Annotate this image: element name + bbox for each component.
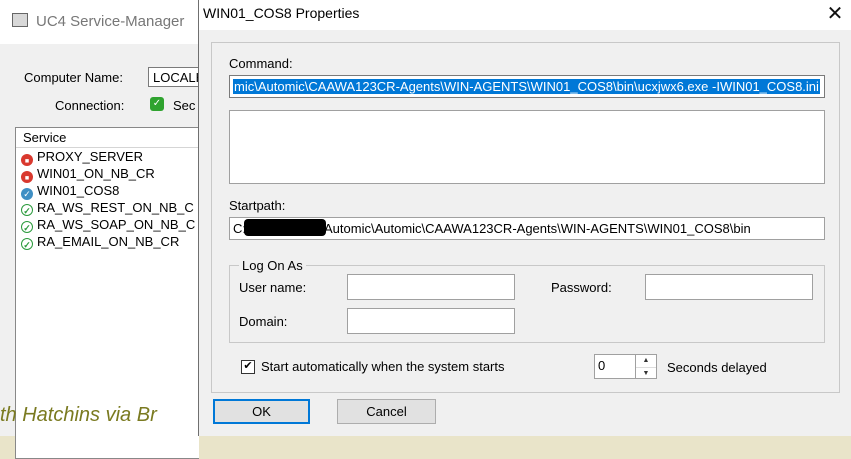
domain-label: Domain: bbox=[239, 314, 288, 329]
command-value: mic\Automic\CAAWA123CR-Agents\WIN-AGENTS… bbox=[233, 79, 820, 94]
spin-down-icon[interactable]: ▼ bbox=[636, 368, 656, 380]
service-manager-window: UC4 Service-Manager Computer Name: LOCAL… bbox=[0, 0, 199, 459]
service-running-icon bbox=[21, 204, 33, 216]
ok-button[interactable]: OK bbox=[213, 399, 310, 424]
service-manager-title-text: UC4 Service-Manager bbox=[36, 13, 185, 30]
service-column-header[interactable]: Service bbox=[16, 128, 199, 148]
dialog-title: WIN01_COS8 Properties bbox=[203, 5, 360, 21]
background-page-text: th Hatchins via Br bbox=[0, 404, 157, 426]
redaction-block bbox=[244, 219, 326, 236]
command-label: Command: bbox=[229, 56, 293, 71]
command-input[interactable]: mic\Automic\CAAWA123CR-Agents\WIN-AGENTS… bbox=[229, 75, 825, 98]
delay-input[interactable]: 0 bbox=[594, 354, 636, 379]
service-rows: PROXY_SERVER WIN01_ON_NB_CR WIN01_COS8 RA_W… bbox=[16, 148, 199, 250]
startpath-suffix: Automic\Automic\CAAWA123CR-Agents\WIN-AG… bbox=[324, 221, 751, 236]
service-manager-title: UC4 Service-Manager bbox=[12, 12, 184, 32]
service-row[interactable]: RA_EMAIL_ON_NB_CR bbox=[16, 233, 199, 250]
username-label: User name: bbox=[239, 280, 307, 295]
app-icon bbox=[12, 13, 28, 27]
logon-group-label: Log On As bbox=[239, 258, 306, 273]
close-icon[interactable]: ✕ bbox=[819, 0, 851, 30]
service-name: WIN01_COS8 bbox=[37, 183, 120, 198]
delay-spinner: ▲ ▼ bbox=[636, 354, 657, 379]
spin-up-icon[interactable]: ▲ bbox=[636, 355, 656, 368]
cancel-button[interactable]: Cancel bbox=[337, 399, 436, 424]
domain-input[interactable] bbox=[347, 308, 515, 334]
connection-value: Sec bbox=[173, 98, 196, 113]
service-row[interactable]: WIN01_ON_NB_CR bbox=[16, 165, 199, 183]
service-row[interactable]: RA_WS_REST_ON_NB_C bbox=[16, 199, 199, 216]
service-name: RA_EMAIL_ON_NB_CR bbox=[37, 234, 180, 249]
service-row[interactable]: RA_WS_SOAP_ON_NB_C bbox=[16, 216, 199, 233]
computer-name-input[interactable]: LOCALH bbox=[148, 67, 198, 87]
shield-check-icon: ✓ bbox=[150, 97, 164, 111]
service-running-icon bbox=[21, 221, 33, 233]
dialog-titlebar: WIN01_COS8 Properties ✕ bbox=[199, 0, 851, 30]
service-row[interactable]: WIN01_COS8 bbox=[16, 182, 199, 200]
service-name: RA_WS_SOAP_ON_NB_C bbox=[37, 217, 196, 232]
service-row[interactable]: PROXY_SERVER bbox=[16, 148, 199, 166]
username-input[interactable] bbox=[347, 274, 515, 300]
delay-label: Seconds delayed bbox=[667, 360, 767, 375]
password-input[interactable] bbox=[645, 274, 813, 300]
service-name: RA_WS_REST_ON_NB_C bbox=[37, 200, 194, 215]
startpath-label: Startpath: bbox=[229, 198, 286, 213]
service-name: WIN01_ON_NB_CR bbox=[37, 166, 155, 181]
connection-label: Connection: bbox=[55, 98, 125, 113]
autostart-label: Start automatically when the system star… bbox=[261, 359, 505, 374]
service-name: PROXY_SERVER bbox=[37, 149, 143, 164]
command-textarea[interactable] bbox=[229, 110, 825, 184]
computer-name-label: Computer Name: bbox=[24, 70, 123, 85]
properties-dialog: WIN01_COS8 Properties ✕ Command: mic\Aut… bbox=[198, 0, 851, 436]
startpath-input[interactable]: C: Automic\Automic\CAAWA123CR-Agents\WIN-… bbox=[229, 217, 825, 240]
autostart-checkbox[interactable]: ✔ bbox=[241, 360, 255, 374]
password-label: Password: bbox=[551, 280, 612, 295]
service-running-icon bbox=[21, 238, 33, 250]
